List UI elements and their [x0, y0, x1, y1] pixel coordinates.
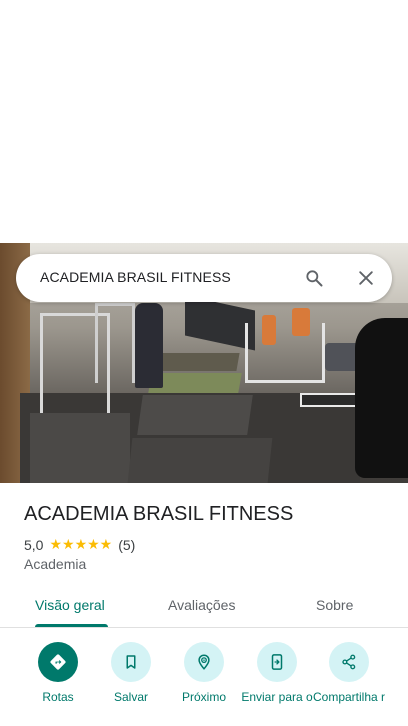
- close-icon[interactable]: [356, 268, 376, 288]
- save-label: Salvar: [113, 690, 148, 704]
- directions-button[interactable]: Rotas: [18, 642, 98, 704]
- tab-bar: Visão geral Avaliações Sobre: [0, 588, 408, 628]
- photo-frame: [245, 323, 325, 383]
- review-count: (5): [118, 536, 136, 553]
- active-tab-indicator: [35, 624, 108, 627]
- tab-about[interactable]: Sobre: [316, 597, 353, 613]
- search-input[interactable]: ACADEMIA BRASIL FITNESS: [40, 269, 231, 285]
- photo-mat: [137, 395, 253, 435]
- rating-row[interactable]: 5,0 ★★★★★ (5): [24, 536, 135, 553]
- nearby-button[interactable]: Próximo: [164, 642, 244, 704]
- share-label: Compartilha r: [312, 690, 386, 704]
- search-icon[interactable]: [304, 268, 324, 288]
- directions-icon: [38, 642, 78, 682]
- photo-mat: [156, 353, 240, 371]
- search-bar[interactable]: ACADEMIA BRASIL FITNESS: [16, 254, 392, 302]
- rating-value: 5,0: [24, 536, 44, 553]
- map-blank-area: [0, 0, 408, 243]
- photo-mat: [30, 413, 130, 483]
- bookmark-icon: [111, 642, 151, 682]
- place-title: ACADEMIA BRASIL FITNESS: [24, 503, 294, 525]
- directions-label: Rotas: [42, 690, 74, 704]
- photo-person: [355, 318, 408, 478]
- send-to-phone-label: Enviar para o: [241, 690, 313, 704]
- photo-person: [135, 303, 163, 388]
- send-to-phone-button[interactable]: Enviar para o: [237, 642, 317, 704]
- place-category: Academia: [24, 556, 87, 572]
- tab-overview[interactable]: Visão geral: [35, 597, 105, 613]
- share-button[interactable]: Compartilha r: [309, 642, 389, 704]
- tab-reviews[interactable]: Avaliações: [168, 597, 235, 613]
- nearby-icon: [184, 642, 224, 682]
- photo-rack: [95, 303, 135, 383]
- photo-pad: [262, 315, 276, 345]
- photo-mat: [127, 438, 273, 483]
- share-icon: [329, 642, 369, 682]
- star-rating-icon: ★★★★★: [49, 536, 113, 552]
- photo-pad: [292, 308, 310, 336]
- save-button[interactable]: Salvar: [91, 642, 171, 704]
- send-to-phone-icon: [257, 642, 297, 682]
- nearby-label: Próximo: [181, 690, 226, 704]
